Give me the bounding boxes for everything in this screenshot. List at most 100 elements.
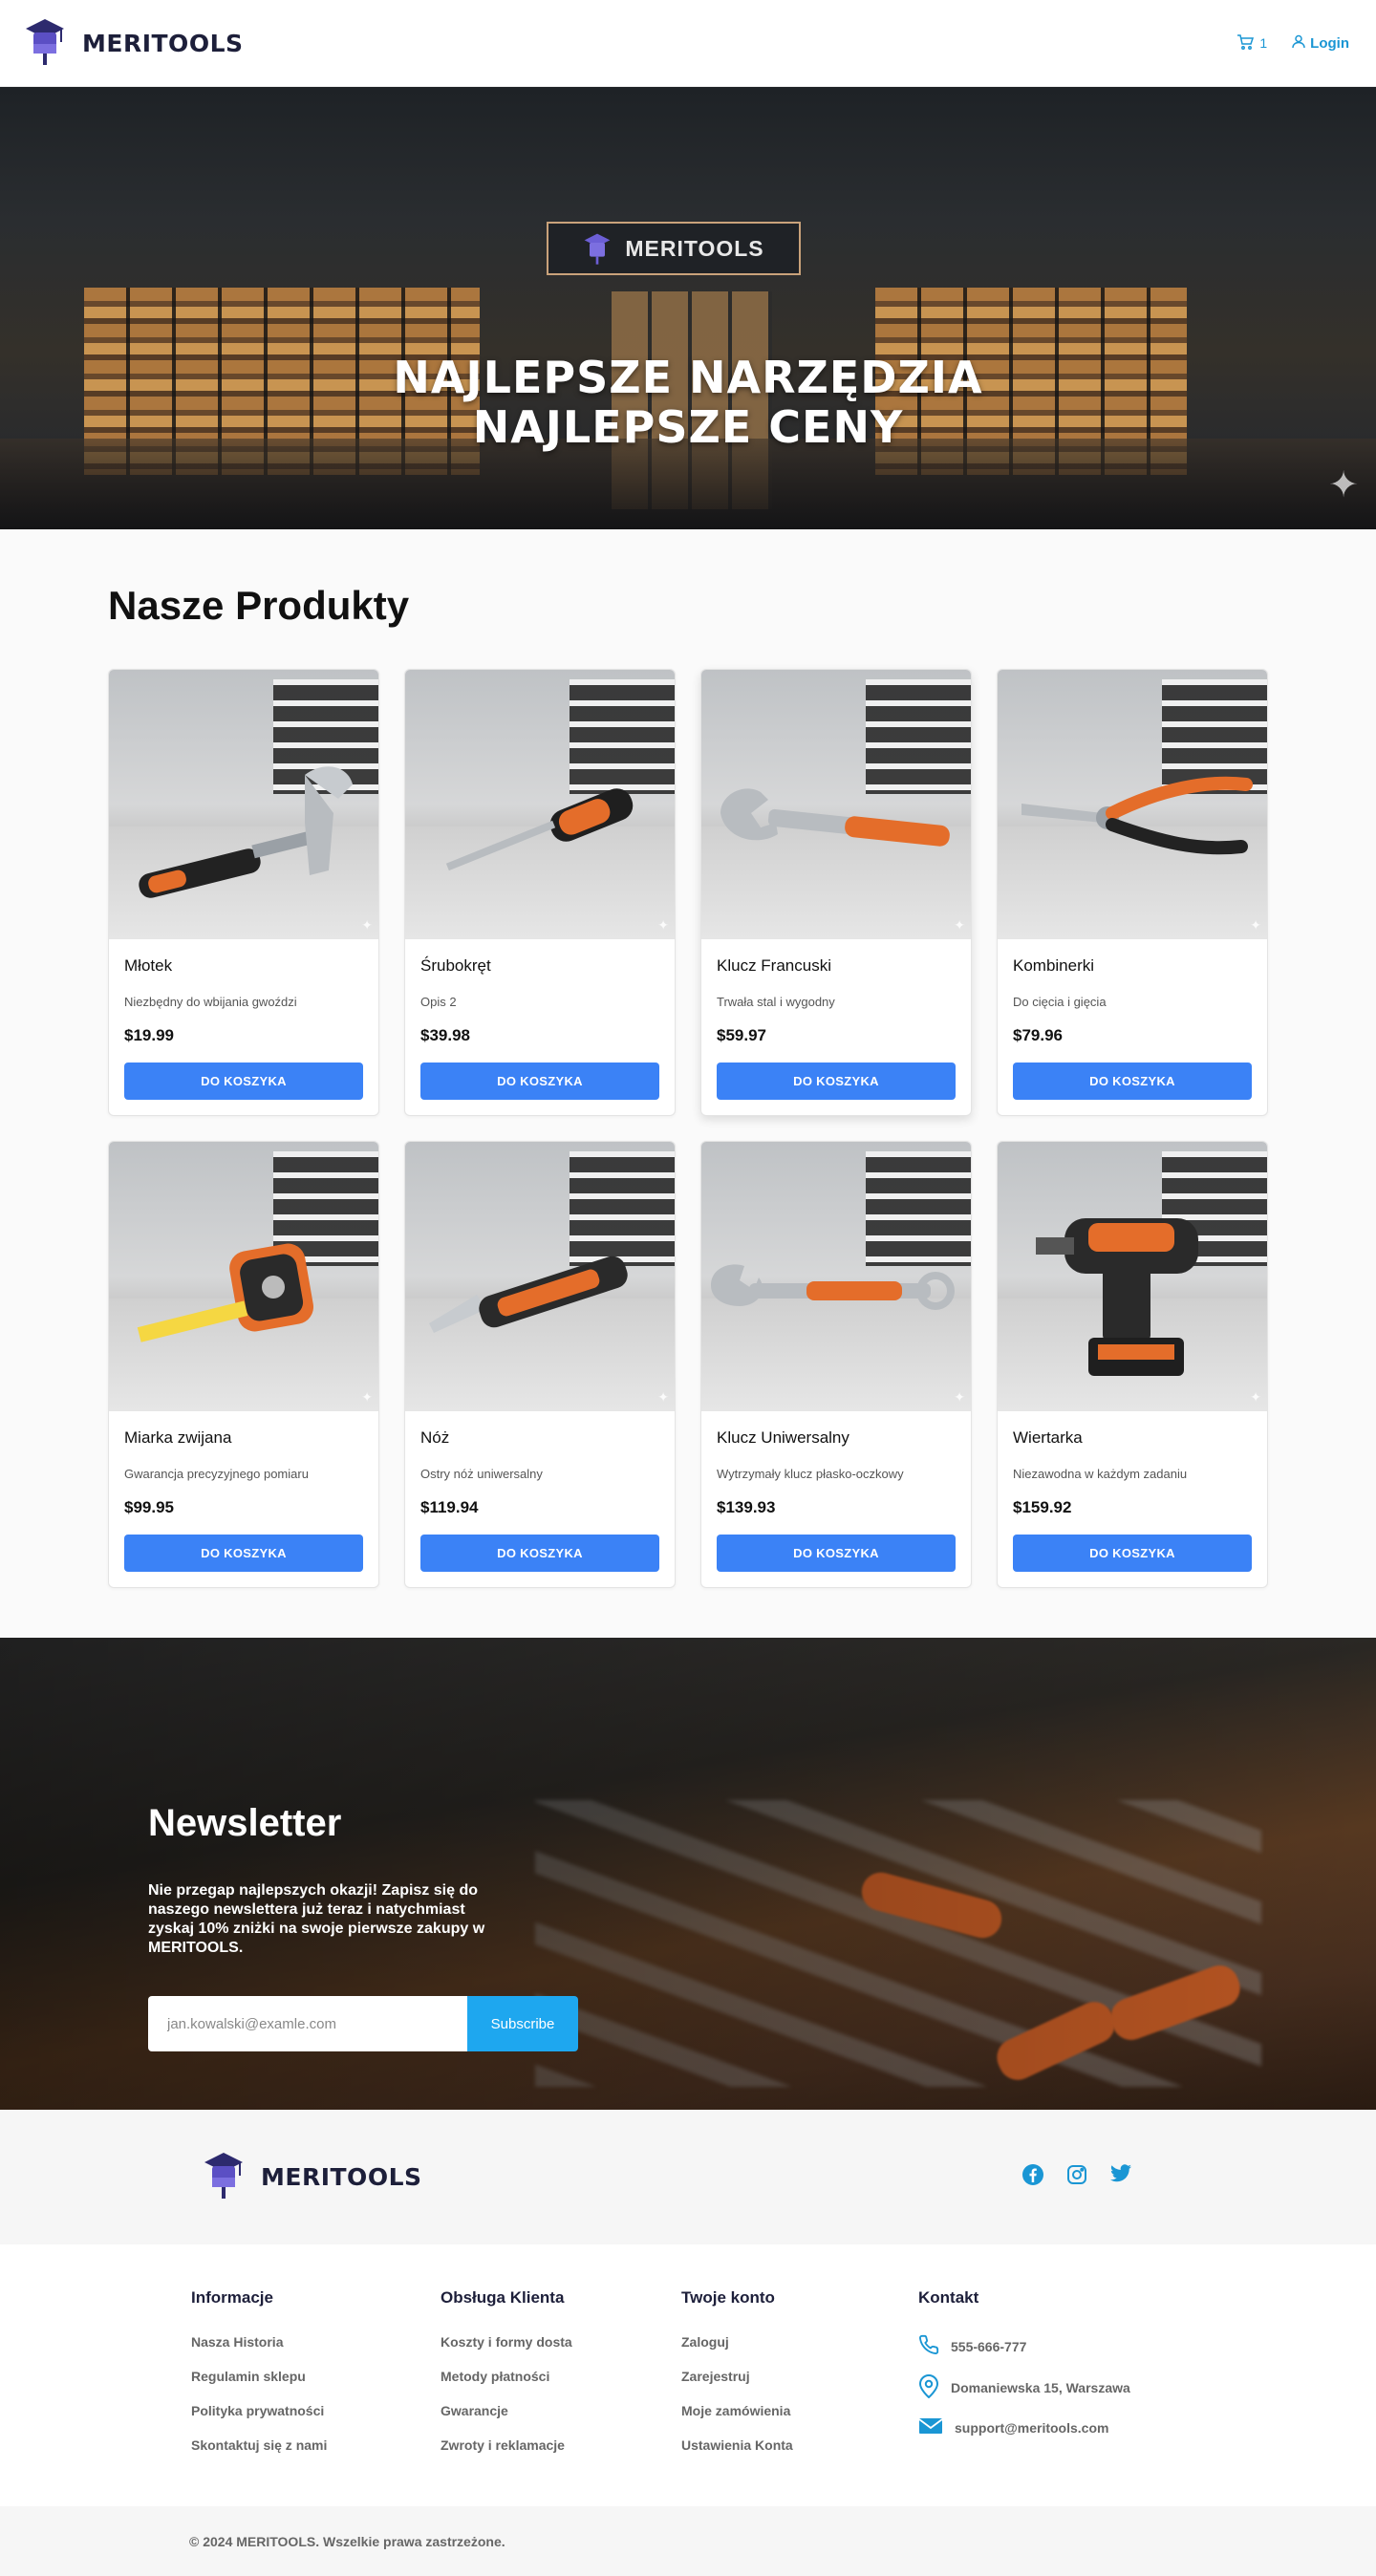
newsletter-title: Newsletter xyxy=(148,1802,342,1844)
product-name[interactable]: Nóż xyxy=(420,1428,659,1448)
footer-link[interactable]: Gwarancje xyxy=(441,2403,681,2418)
contact-phone[interactable]: 555-666-777 xyxy=(918,2334,1167,2358)
store-sign: MERITOOLS xyxy=(547,222,801,275)
contact-phone-text: 555-666-777 xyxy=(951,2338,1027,2354)
product-card[interactable]: ✦ Miarka zwijana Gwarancja precyzyjnego po… xyxy=(108,1141,379,1588)
add-to-cart-button[interactable]: DO KOSZYKA xyxy=(1013,1063,1252,1100)
product-card[interactable]: ✦ Nóż Ostry nóż uniwersalny $119.94 DO KOSZY… xyxy=(404,1141,676,1588)
footer-link[interactable]: Zarejestruj xyxy=(681,2369,918,2384)
product-image[interactable]: ✦ xyxy=(405,670,675,939)
product-card[interactable]: ✦ Klucz Uniwersalny Wytrzymały klucz płask… xyxy=(700,1141,972,1588)
product-price: $39.98 xyxy=(420,1026,470,1044)
subscribe-button[interactable]: Subscribe xyxy=(467,1996,578,2051)
footer-link[interactable]: Moje zamówienia xyxy=(681,2403,918,2418)
newsletter-email-input[interactable] xyxy=(148,1996,467,2051)
login-label: Login xyxy=(1310,34,1349,52)
product-description: Opis 2 xyxy=(420,995,457,1009)
product-image[interactable]: ✦ xyxy=(405,1142,675,1411)
add-to-cart-button[interactable]: DO KOSZYKA xyxy=(420,1535,659,1572)
footer-link[interactable]: Zaloguj xyxy=(681,2334,918,2350)
product-description: Niezbędny do wbijania gwoździ xyxy=(124,995,297,1009)
login-link[interactable]: Login xyxy=(1292,34,1349,53)
shopping-cart-icon xyxy=(1236,33,1255,53)
product-price: $99.95 xyxy=(124,1498,174,1516)
hero-title-line2: NAJLEPSZE CENY xyxy=(472,401,904,453)
contact-address: Domaniewska 15, Warszawa xyxy=(918,2373,1167,2401)
footer-brand-bar: MERITOOLS xyxy=(0,2110,1376,2244)
product-name[interactable]: Miarka zwijana xyxy=(124,1428,363,1448)
product-image[interactable]: ✦ xyxy=(109,670,378,939)
footer-link[interactable]: Ustawienia Konta xyxy=(681,2437,918,2453)
map-pin-icon xyxy=(918,2373,939,2401)
product-image[interactable]: ✦ xyxy=(701,670,971,939)
utility-knife-icon xyxy=(405,1142,675,1411)
section-title: Nasze Produkty xyxy=(108,583,410,628)
product-image[interactable]: ✦ xyxy=(998,670,1267,939)
sparkle-icon: ✦ xyxy=(1328,465,1359,505)
add-to-cart-button[interactable]: DO KOSZYKA xyxy=(717,1063,956,1100)
product-name[interactable]: Klucz Uniwersalny xyxy=(717,1428,956,1448)
adjustable-wrench-icon xyxy=(701,670,971,939)
tape-measure-icon xyxy=(109,1142,378,1411)
product-image[interactable]: ✦ xyxy=(109,1142,378,1411)
product-description: Gwarancja precyzyjnego pomiaru xyxy=(124,1467,309,1481)
footer-brand[interactable]: MERITOOLS xyxy=(204,2149,422,2205)
product-description: Ostry nóż uniwersalny xyxy=(420,1467,543,1481)
newsletter-text: Nie przegap najlepszych okazji! Zapisz s… xyxy=(148,1882,485,1956)
add-to-cart-button[interactable]: DO KOSZYKA xyxy=(124,1063,363,1100)
product-card[interactable]: ✦ Wiertarka Niezawodna w każdym zadaniu $15… xyxy=(997,1141,1268,1588)
add-to-cart-button[interactable]: DO KOSZYKA xyxy=(420,1063,659,1100)
screwdriver-icon xyxy=(405,670,675,939)
cart-link[interactable]: 1 xyxy=(1236,33,1268,53)
combination-wrench-icon xyxy=(701,1142,971,1411)
graduation-cap-logo-icon xyxy=(204,2149,244,2205)
add-to-cart-button[interactable]: DO KOSZYKA xyxy=(124,1535,363,1572)
product-price: $79.96 xyxy=(1013,1026,1063,1044)
product-image[interactable]: ✦ xyxy=(998,1142,1267,1411)
footer-links: Informacje Nasza Historia Regulamin skle… xyxy=(0,2244,1376,2506)
phone-icon xyxy=(918,2334,939,2358)
footer-column-obsluga-klienta: Obsługa Klienta Koszty i formy dosta Met… xyxy=(441,2288,681,2457)
cart-count: 1 xyxy=(1259,35,1268,51)
footer-link[interactable]: Nasza Historia xyxy=(191,2334,441,2350)
contact-email[interactable]: support@meritools.com xyxy=(918,2416,1167,2438)
hammer-icon xyxy=(109,670,378,939)
footer-link[interactable]: Regulamin sklepu xyxy=(191,2369,441,2384)
sparkle-icon: ✦ xyxy=(1250,1389,1261,1405)
add-to-cart-button[interactable]: DO KOSZYKA xyxy=(717,1535,956,1572)
product-name[interactable]: Wiertarka xyxy=(1013,1428,1252,1448)
footer-brand-name: MERITOOLS xyxy=(261,2163,422,2191)
product-name[interactable]: Klucz Francuski xyxy=(717,956,956,976)
facebook-icon[interactable] xyxy=(1021,2163,1044,2191)
sparkle-icon: ✦ xyxy=(954,1389,965,1405)
product-name[interactable]: Młotek xyxy=(124,956,363,976)
hero-title-line1: NAJLEPSZE NARZĘDZIA xyxy=(393,352,983,403)
brand[interactable]: MERITOOLS xyxy=(25,15,244,72)
contact-address-text: Domaniewska 15, Warszawa xyxy=(951,2379,1130,2395)
product-card[interactable]: ✦ Śrubokręt Opis 2 $39.98 DO KOSZYKA xyxy=(404,669,676,1116)
sparkle-icon: ✦ xyxy=(361,1389,373,1405)
product-card[interactable]: ✦ Kombinerki Do cięcia i gięcia $79.96 DO KO… xyxy=(997,669,1268,1116)
social-links xyxy=(1021,2163,1132,2191)
footer-link[interactable]: Zwroty i reklamacje xyxy=(441,2437,681,2453)
copyright-bar: © 2024 MERITOOLS. Wszelkie prawa zastrze… xyxy=(0,2506,1376,2576)
footer-link[interactable]: Polityka prywatności xyxy=(191,2403,441,2418)
footer-column-title: Twoje konto xyxy=(681,2288,775,2307)
footer-column-kontakt: Kontakt 555-666-777 Domaniewska 15, Wars… xyxy=(918,2288,1167,2457)
add-to-cart-button[interactable]: DO KOSZYKA xyxy=(1013,1535,1252,1572)
footer-link[interactable]: Skontaktuj się z nami xyxy=(191,2437,441,2453)
footer-link[interactable]: Koszty i formy dosta xyxy=(441,2334,681,2350)
footer-link[interactable]: Metody płatności xyxy=(441,2369,681,2384)
product-name[interactable]: Kombinerki xyxy=(1013,956,1252,976)
product-card[interactable]: ✦ Klucz Francuski Trwała stal i wygodny $59… xyxy=(700,669,972,1116)
instagram-icon[interactable] xyxy=(1065,2163,1088,2191)
product-card[interactable]: ✦ Młotek Niezbędny do wbijania gwoździ $19.… xyxy=(108,669,379,1116)
sparkle-icon: ✦ xyxy=(657,917,669,933)
footer-column-informacje: Informacje Nasza Historia Regulamin skle… xyxy=(191,2288,441,2457)
product-image[interactable]: ✦ xyxy=(701,1142,971,1411)
user-icon xyxy=(1292,34,1305,53)
envelope-icon xyxy=(918,2416,943,2438)
product-name[interactable]: Śrubokręt xyxy=(420,956,659,976)
newsletter-section: Newsletter Nie przegap najlepszych okazj… xyxy=(0,1638,1376,2110)
twitter-icon[interactable] xyxy=(1109,2163,1132,2191)
